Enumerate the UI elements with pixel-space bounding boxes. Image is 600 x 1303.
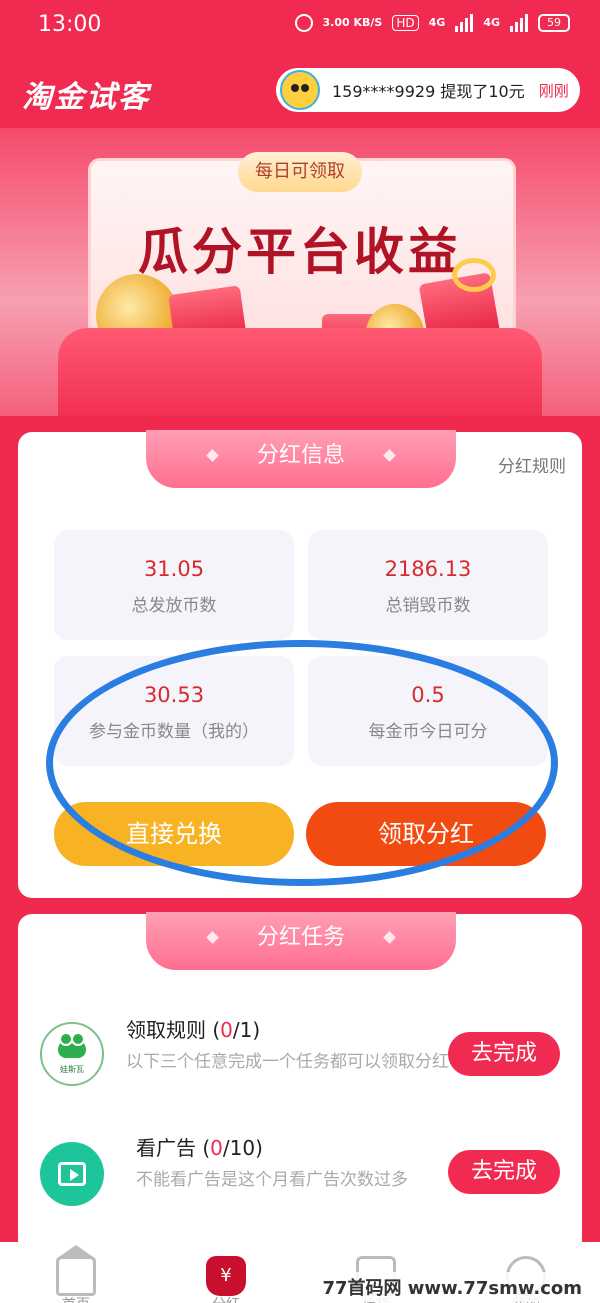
ticker-time-tag: 刚刚 <box>538 81 569 100</box>
play-icon <box>58 1162 86 1186</box>
task-title-text: 领取规则 ( <box>126 1018 221 1042</box>
alarm-icon <box>294 14 313 32</box>
promo-banner[interactable]: 每日可领取 瓜分平台收益 <box>0 128 600 416</box>
status-time: 13:00 <box>38 12 102 37</box>
complete-task-button[interactable]: 去完成 <box>448 1032 560 1076</box>
stat-per-coin-today: 0.5 每金币今日可分 <box>308 656 548 766</box>
dividend-tasks-header: 分红任务 <box>146 912 456 970</box>
video-ad-icon <box>40 1142 104 1206</box>
frog-face <box>58 1032 86 1058</box>
diamond-icon <box>383 449 396 462</box>
app-header: 淘金试客 159****9929 提现了10元 刚刚 <box>0 52 600 128</box>
status-icons: 3.00 KB/S HD 4G 4G 59 <box>294 14 570 32</box>
task-description: 不能看广告是这个月看广告次数过多 <box>136 1170 408 1190</box>
task-progress-total: /1) <box>232 1018 261 1042</box>
stat-label: 总销毁币数 <box>385 596 471 616</box>
avatar <box>280 70 320 110</box>
stat-label: 参与金币数量（我的） <box>89 722 259 742</box>
task-progress-done: 0 <box>210 1136 223 1160</box>
section-title: 分红信息 <box>256 443 345 468</box>
section-title: 分红任务 <box>256 925 345 950</box>
home-icon[interactable] <box>56 1245 96 1296</box>
nav-label-home[interactable]: 首页 <box>36 1294 116 1303</box>
task-item: 娃斯瓦 领取规则 (0/1) 以下三个任意完成一个任务都可以领取分红 去完成 <box>18 1012 582 1122</box>
exchange-button[interactable]: 直接兑换 <box>54 802 294 866</box>
gift-ribbon-icon <box>452 258 496 292</box>
banner-pill: 每日可领取 <box>238 152 362 192</box>
claim-dividend-button[interactable]: 领取分红 <box>306 802 546 866</box>
stat-label: 每金币今日可分 <box>368 722 488 742</box>
stat-value: 30.53 <box>143 683 205 707</box>
dividend-info-card: 分红信息 分红规则 31.05 总发放币数 2186.13 总销毁币数 30.5… <box>18 430 582 898</box>
signal-icon <box>455 14 474 32</box>
stat-total-burned: 2186.13 总销毁币数 <box>308 530 548 640</box>
battery-icon: 59 <box>538 14 570 32</box>
task-title: 看广告 (0/10) <box>136 1132 263 1161</box>
diamond-icon <box>206 931 219 944</box>
logo-text: 娃斯瓦 <box>60 1065 84 1074</box>
stat-my-coins: 30.53 参与金币数量（我的） <box>54 656 294 766</box>
stat-value: 2186.13 <box>384 557 472 581</box>
network-speed: 3.00 KB/S <box>322 16 383 29</box>
complete-task-button[interactable]: 去完成 <box>448 1150 560 1194</box>
task-title-text: 看广告 ( <box>136 1136 211 1160</box>
stat-label: 总发放币数 <box>131 596 217 616</box>
watermark: 77首码网 www.77smw.com <box>314 1272 590 1302</box>
diamond-icon <box>206 449 219 462</box>
task-description: 以下三个任意完成一个任务都可以领取分红 <box>126 1052 449 1072</box>
network-type-1: 4G <box>428 16 446 29</box>
task-progress-done: 0 <box>220 1018 233 1042</box>
dividend-tasks-card: 分红任务 娃斯瓦 领取规则 (0/1) 以下三个任意完成一个任务都可以领取分红 … <box>18 912 582 1254</box>
banner-title: 瓜分平台收益 <box>138 223 462 281</box>
task-progress-total: /10) <box>222 1136 263 1160</box>
ticker-text: 159****9929 提现了10元 <box>332 82 525 101</box>
dividend-info-header: 分红信息 <box>146 430 456 488</box>
task-item: 看广告 (0/10) 不能看广告是这个月看广告次数过多 去完成 <box>18 1128 582 1238</box>
network-type-2: 4G <box>483 16 500 29</box>
money-bag-icon[interactable]: ¥ <box>206 1256 246 1296</box>
stat-value: 0.5 <box>411 683 445 707</box>
red-envelope-pocket <box>58 328 542 416</box>
stat-total-issued: 31.05 总发放币数 <box>54 530 294 640</box>
diamond-icon <box>383 931 396 944</box>
withdraw-ticker[interactable]: 159****9929 提现了10元 刚刚 <box>276 68 580 112</box>
hd-badge: HD <box>392 15 419 31</box>
stat-value: 31.05 <box>143 557 205 581</box>
dividend-rules-link[interactable]: 分红规则 <box>498 452 566 477</box>
task-title: 领取规则 (0/1) <box>126 1014 260 1043</box>
signal-icon-2 <box>510 14 528 32</box>
status-bar: 13:00 3.00 KB/S HD 4G 4G 59 <box>0 0 600 52</box>
app-title: 淘金试客 <box>22 80 150 115</box>
frog-logo-icon: 娃斯瓦 <box>40 1022 104 1086</box>
nav-label-dividend[interactable]: 分红 <box>186 1294 266 1303</box>
